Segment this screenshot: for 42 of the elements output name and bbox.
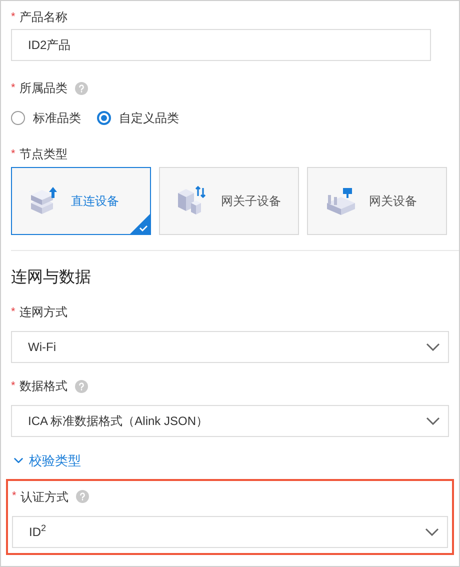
chevron-down-icon	[426, 343, 440, 351]
select-field[interactable]: ICA 标准数据格式（Alink JSON）	[11, 405, 449, 437]
help-icon[interactable]	[75, 82, 88, 94]
card-label: 网关子设备	[221, 193, 281, 210]
select-field[interactable]: ID$^{2}$	[12, 516, 448, 548]
required-mark: *	[12, 489, 16, 504]
field-label: 产品名称	[19, 9, 68, 26]
chevron-down-icon	[425, 528, 439, 536]
node-type-card[interactable]: 网关设备	[307, 167, 447, 235]
chevron-down-icon	[426, 417, 440, 425]
field-label: 节点类型	[19, 146, 68, 163]
required-mark: *	[11, 378, 16, 394]
radio-button[interactable]	[11, 111, 25, 125]
field-label: 所属品类	[19, 80, 68, 97]
collapse-toggle[interactable]: 校验类型	[11, 451, 81, 470]
required-mark: *	[11, 146, 16, 162]
required-mark: *	[11, 10, 16, 25]
server-upload-icon	[29, 187, 59, 215]
select-value: ID$^{2}$	[29, 522, 46, 540]
select-value: Wi-Fi	[28, 339, 56, 356]
help-icon[interactable]	[75, 380, 88, 392]
card-label: 直连设备	[71, 193, 119, 210]
select-value: ICA 标准数据格式（Alink JSON）	[28, 413, 208, 430]
toggle-label: 校验类型	[29, 452, 81, 470]
gateway-icon	[325, 187, 357, 215]
section-title: 连网与数据	[11, 268, 92, 288]
radio-button[interactable]	[97, 111, 111, 125]
field-label: 数据格式	[19, 378, 68, 395]
input-field[interactable]: ID2产品	[11, 29, 431, 61]
required-mark: *	[11, 304, 16, 320]
node-type-card[interactable]: 直连设备	[11, 167, 151, 235]
required-mark: *	[11, 80, 16, 96]
radio-label[interactable]: 自定义品类	[119, 109, 179, 127]
card-label: 网关设备	[369, 193, 417, 210]
help-icon[interactable]	[76, 490, 90, 503]
field-label: 认证方式	[20, 488, 68, 506]
input-value: ID2产品	[28, 37, 71, 54]
radio-label[interactable]: 标准品类	[33, 109, 81, 127]
select-field[interactable]: Wi-Fi	[11, 331, 449, 363]
selected-corner-icon	[130, 214, 150, 234]
node-type-card[interactable]: 网关子设备	[159, 167, 299, 235]
field-label: 连网方式	[19, 304, 68, 321]
